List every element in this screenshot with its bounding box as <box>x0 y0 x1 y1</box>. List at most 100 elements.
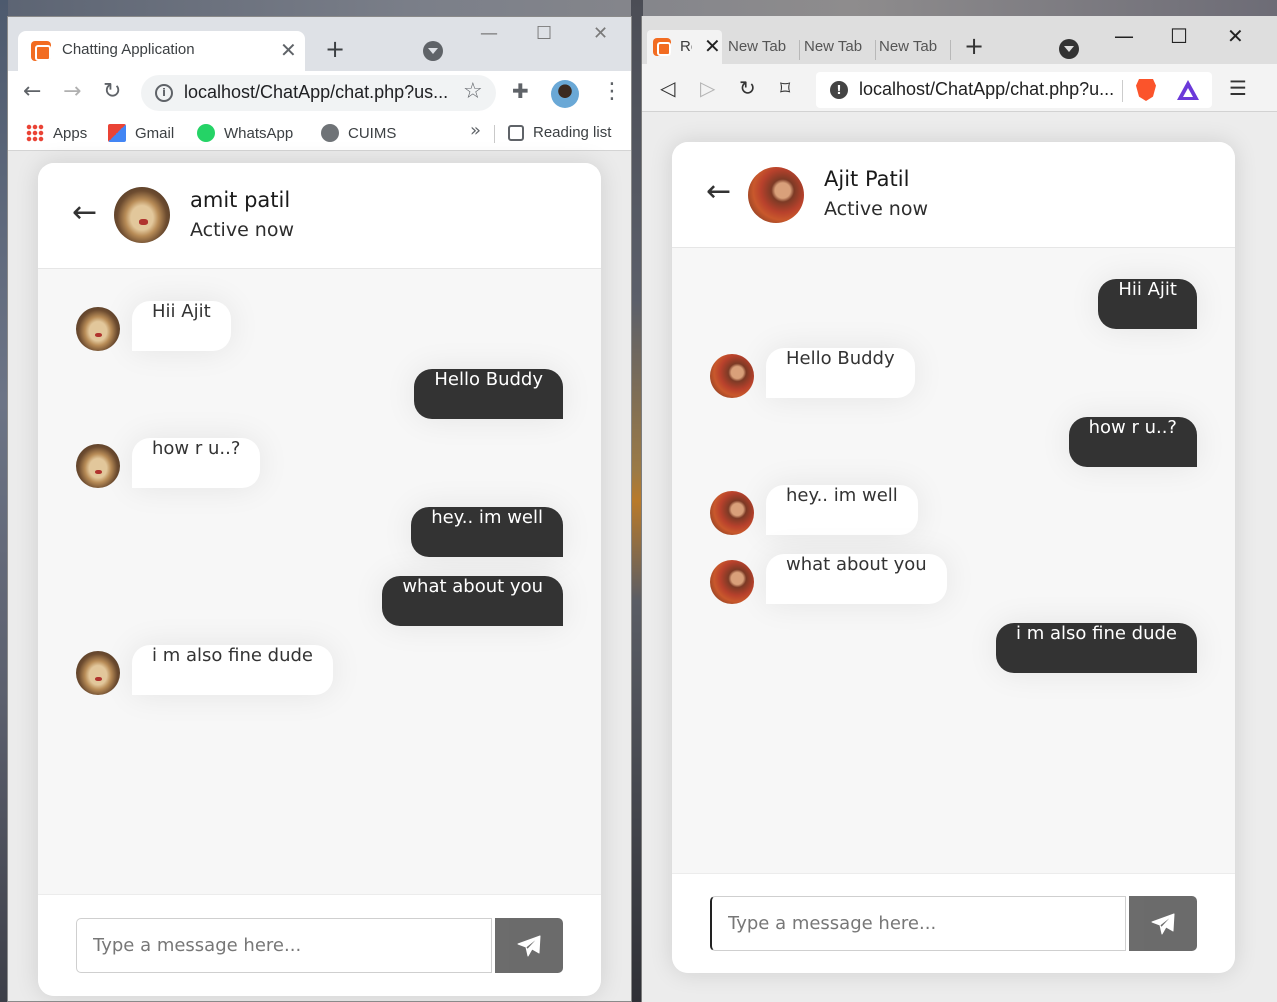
new-tab-icon[interactable]: + <box>325 35 345 63</box>
bookmark-apps[interactable]: Apps <box>26 124 87 142</box>
tab-title: Chatting Application <box>62 41 195 58</box>
back-icon[interactable]: ◁ <box>660 76 675 100</box>
chat-user-status: Active now <box>190 219 295 241</box>
reload-icon[interactable]: ↻ <box>739 76 756 100</box>
paper-plane-icon <box>517 935 541 957</box>
address-bar[interactable]: i localhost/ChatApp/chat.php?us... ☆ <box>141 75 496 111</box>
outgoing-message: i m also fine dude <box>996 623 1197 673</box>
info-icon[interactable]: i <box>155 84 173 102</box>
incoming-avatar <box>76 307 120 351</box>
bookmark-divider <box>494 125 495 143</box>
browser-toolbar: ← → ↻ i localhost/ChatApp/chat.php?us...… <box>8 71 631 115</box>
tab-new-tab[interactable]: New Tab <box>728 38 786 55</box>
page-content: ← Ajit Patil Active now Hii Ajit Hello B… <box>642 112 1277 1002</box>
send-button[interactable] <box>1129 896 1197 951</box>
brave-rewards-icon[interactable] <box>1177 80 1199 100</box>
close-window-icon[interactable]: ✕ <box>1227 24 1244 48</box>
outgoing-message: how r u..? <box>1068 417 1197 467</box>
address-bar[interactable]: ! localhost/ChatApp/chat.php?u... <box>816 72 1212 108</box>
incoming-message: Hello Buddy <box>766 348 915 398</box>
tab-active[interactable]: Re ✕ <box>647 30 722 64</box>
message-input[interactable] <box>710 896 1126 951</box>
reload-icon[interactable]: ↻ <box>103 79 121 104</box>
back-icon[interactable]: ← <box>23 79 41 104</box>
tab-divider <box>950 40 951 60</box>
chat-user-name: Ajit Patil <box>824 167 910 191</box>
xampp-favicon-icon <box>653 38 671 56</box>
maximize-icon[interactable]: ☐ <box>536 23 552 44</box>
outgoing-message: what about you <box>382 576 563 626</box>
bookmark-cuims[interactable]: CUIMS <box>321 124 396 142</box>
tab-new-tab[interactable]: New Tab <box>879 38 937 55</box>
incoming-message: how r u..? <box>132 438 261 488</box>
typing-area <box>672 873 1235 973</box>
info-icon[interactable]: ! <box>830 81 848 99</box>
chat-wrapper: ← Ajit Patil Active now Hii Ajit Hello B… <box>672 142 1235 973</box>
address-divider <box>1122 80 1123 102</box>
tab-divider <box>875 40 876 60</box>
brave-window: Re ✕ New Tab New Tab New Tab + — ☐ ✕ ◁ ▷… <box>641 16 1277 1002</box>
bookmark-whatsapp[interactable]: WhatsApp <box>197 124 293 142</box>
tab-new-tab[interactable]: New Tab <box>804 38 862 55</box>
close-tab-icon[interactable]: ✕ <box>704 34 721 58</box>
more-bookmarks-icon[interactable]: » <box>470 120 481 141</box>
maximize-icon[interactable]: ☐ <box>1170 24 1188 48</box>
forward-icon[interactable]: ▷ <box>700 76 715 100</box>
tab-title: Re <box>680 38 692 55</box>
message-input[interactable] <box>76 918 492 973</box>
incoming-avatar <box>710 560 754 604</box>
incoming-avatar <box>76 651 120 695</box>
user-avatar <box>114 187 170 243</box>
send-button[interactable] <box>495 918 563 973</box>
back-arrow-icon[interactable]: ← <box>72 195 97 230</box>
tab-search-icon[interactable] <box>1059 39 1079 59</box>
url-text: localhost/ChatApp/chat.php?u... <box>859 79 1115 99</box>
outgoing-message: Hii Ajit <box>1098 279 1197 329</box>
chrome-window: Chatting Application ✕ + — ☐ ✕ ← → ↻ i l… <box>7 16 632 1002</box>
url-text: localhost/ChatApp/chat.php?us... <box>184 82 449 102</box>
incoming-avatar <box>710 491 754 535</box>
browser-toolbar: ◁ ▷ ↻ ⌑ ! localhost/ChatApp/chat.php?u..… <box>642 64 1277 112</box>
chat-header: ← amit patil Active now <box>38 163 601 269</box>
minimize-icon[interactable]: — <box>1114 24 1134 48</box>
tab-strip: Re ✕ New Tab New Tab New Tab + — ☐ ✕ <box>642 16 1277 64</box>
incoming-message: what about you <box>766 554 947 604</box>
extensions-puzzle-icon[interactable]: ✚ <box>512 79 529 103</box>
bookmarks-bar: Apps Gmail WhatsApp CUIMS » Reading list <box>8 115 631 151</box>
incoming-message: i m also fine dude <box>132 645 333 695</box>
back-arrow-icon[interactable]: ← <box>706 174 731 209</box>
incoming-message: hey.. im well <box>766 485 918 535</box>
chat-user-status: Active now <box>824 198 929 220</box>
bookmark-gmail[interactable]: Gmail <box>108 124 174 142</box>
more-menu-icon[interactable]: ⋮ <box>601 79 623 104</box>
chat-box: Hii Ajit Hello Buddy how r u..? hey.. im… <box>672 248 1235 873</box>
bookmark-star-icon[interactable]: ☆ <box>463 79 483 104</box>
outgoing-message: hey.. im well <box>411 507 563 557</box>
whatsapp-icon <box>197 124 215 142</box>
bookmark-icon[interactable]: ⌑ <box>780 76 790 100</box>
new-tab-icon[interactable]: + <box>964 32 984 60</box>
outgoing-message: Hello Buddy <box>414 369 563 419</box>
forward-icon[interactable]: → <box>63 79 81 104</box>
incoming-avatar <box>76 444 120 488</box>
tab-divider <box>799 40 800 60</box>
paper-plane-icon <box>1151 913 1175 935</box>
close-window-icon[interactable]: ✕ <box>593 23 608 44</box>
brave-shields-icon[interactable] <box>1136 79 1156 101</box>
incoming-message: Hii Ajit <box>132 301 231 351</box>
page-content: ← amit patil Active now Hii Ajit Hello B… <box>8 151 631 1001</box>
tab-strip: Chatting Application ✕ + — ☐ ✕ <box>8 17 631 71</box>
menu-icon[interactable]: ☰ <box>1229 76 1247 100</box>
chat-user-name: amit patil <box>190 188 291 212</box>
chat-box: Hii Ajit Hello Buddy how r u..? hey.. im… <box>38 269 601 894</box>
chat-wrapper: ← amit patil Active now Hii Ajit Hello B… <box>38 163 601 996</box>
typing-area <box>38 894 601 996</box>
minimize-icon[interactable]: — <box>480 23 498 44</box>
reading-list-icon <box>508 125 524 141</box>
incoming-avatar <box>710 354 754 398</box>
close-tab-icon[interactable]: ✕ <box>280 38 297 62</box>
reading-list-button[interactable]: Reading list <box>508 124 611 141</box>
tab-chatting-application[interactable]: Chatting Application ✕ <box>18 31 305 71</box>
profile-avatar[interactable] <box>551 80 579 108</box>
tab-search-icon[interactable] <box>423 41 443 61</box>
